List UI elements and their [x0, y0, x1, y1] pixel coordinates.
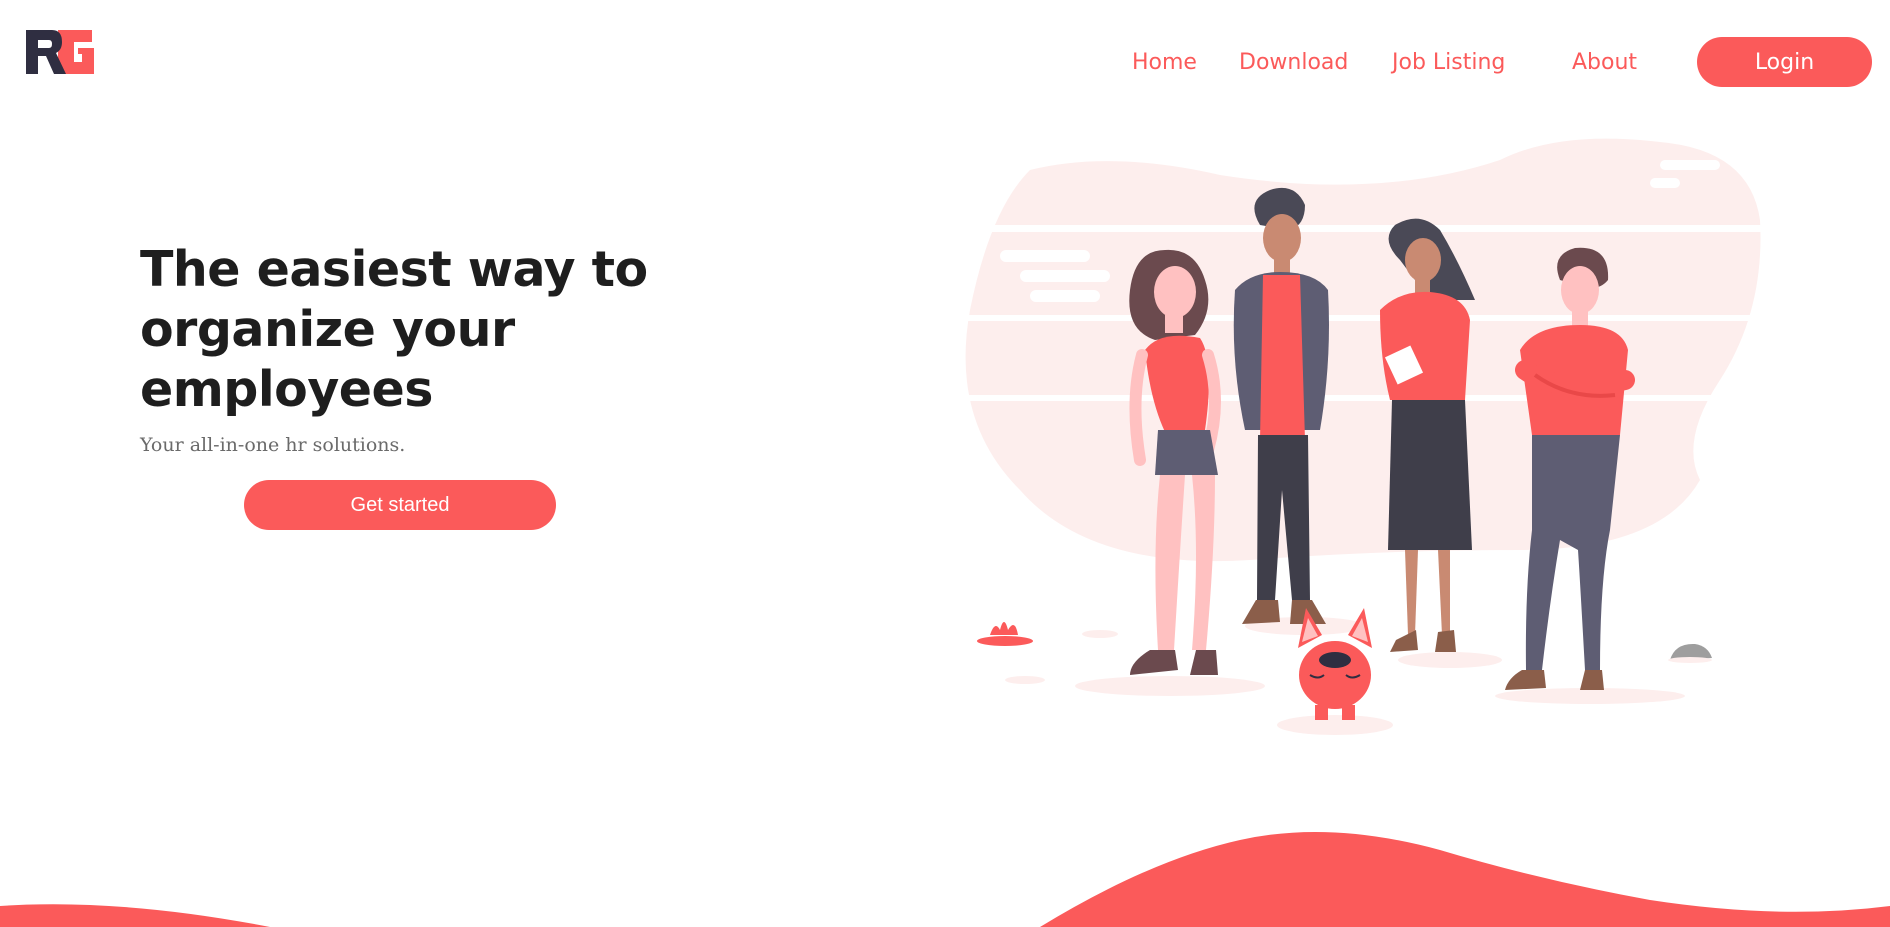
- nav-home[interactable]: Home: [1132, 50, 1197, 76]
- nav-download[interactable]: Download: [1239, 50, 1348, 76]
- nav-job-listing[interactable]: Job Listing: [1392, 50, 1505, 76]
- bottom-wave: [0, 832, 1890, 927]
- get-started-button[interactable]: Get started: [244, 480, 556, 530]
- hero-subtitle: Your all-in-one hr solutions.: [140, 434, 406, 456]
- landing-page: Home Download Job Listing About Login Th…: [0, 0, 1890, 927]
- team-illustration: [960, 138, 1770, 735]
- hero-title: The easiest way to organize your employe…: [140, 241, 648, 418]
- login-button[interactable]: Login: [1697, 37, 1872, 87]
- nav-about[interactable]: About: [1572, 50, 1637, 76]
- logo-icon: [26, 30, 94, 74]
- logo[interactable]: [26, 28, 96, 76]
